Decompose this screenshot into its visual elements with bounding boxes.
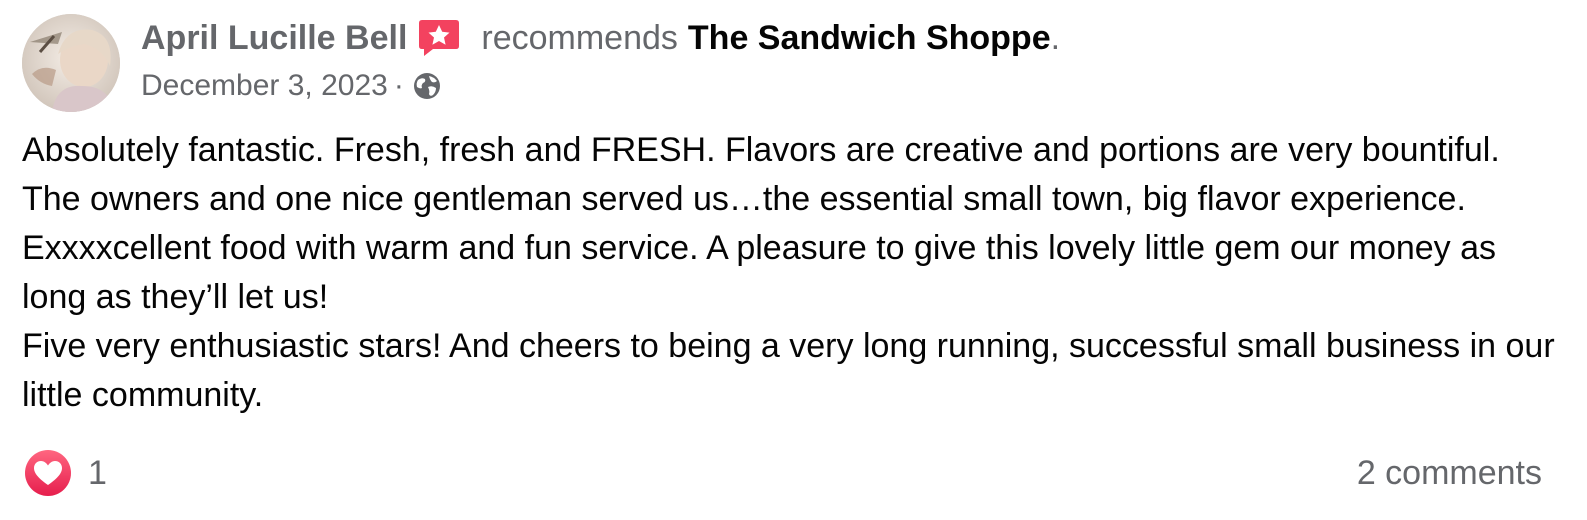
page-name-link[interactable]: The Sandwich Shoppe	[688, 19, 1051, 58]
post-meta: December 3, 2023 ·	[141, 66, 442, 106]
post-body: Absolutely fantastic. Fresh, fresh and F…	[22, 126, 1567, 420]
globe-icon[interactable]	[412, 71, 442, 101]
recommendation-badge-icon	[417, 18, 461, 58]
avatar[interactable]	[22, 14, 120, 112]
comments-count-link[interactable]: 2 comments	[1357, 454, 1542, 493]
reaction-count: 1	[88, 453, 107, 492]
post-footer: 1 2 comments	[24, 448, 1544, 498]
post-paragraph: Absolutely fantastic. Fresh, fresh and F…	[22, 131, 1500, 316]
heart-icon	[24, 449, 72, 497]
author-name[interactable]: April Lucille Bell	[141, 19, 407, 58]
post-header: April Lucille Bell recommends The Sandwi…	[141, 16, 1060, 60]
meta-separator: ·	[393, 69, 404, 102]
recommends-label: recommends	[481, 18, 678, 57]
post-date[interactable]: December 3, 2023	[141, 69, 388, 103]
header-punctuation: .	[1050, 18, 1061, 57]
recommendation-post: April Lucille Bell recommends The Sandwi…	[0, 0, 1587, 520]
reactions-summary[interactable]: 1	[24, 449, 107, 497]
post-paragraph: Five very enthusiastic stars! And cheers…	[22, 327, 1555, 414]
